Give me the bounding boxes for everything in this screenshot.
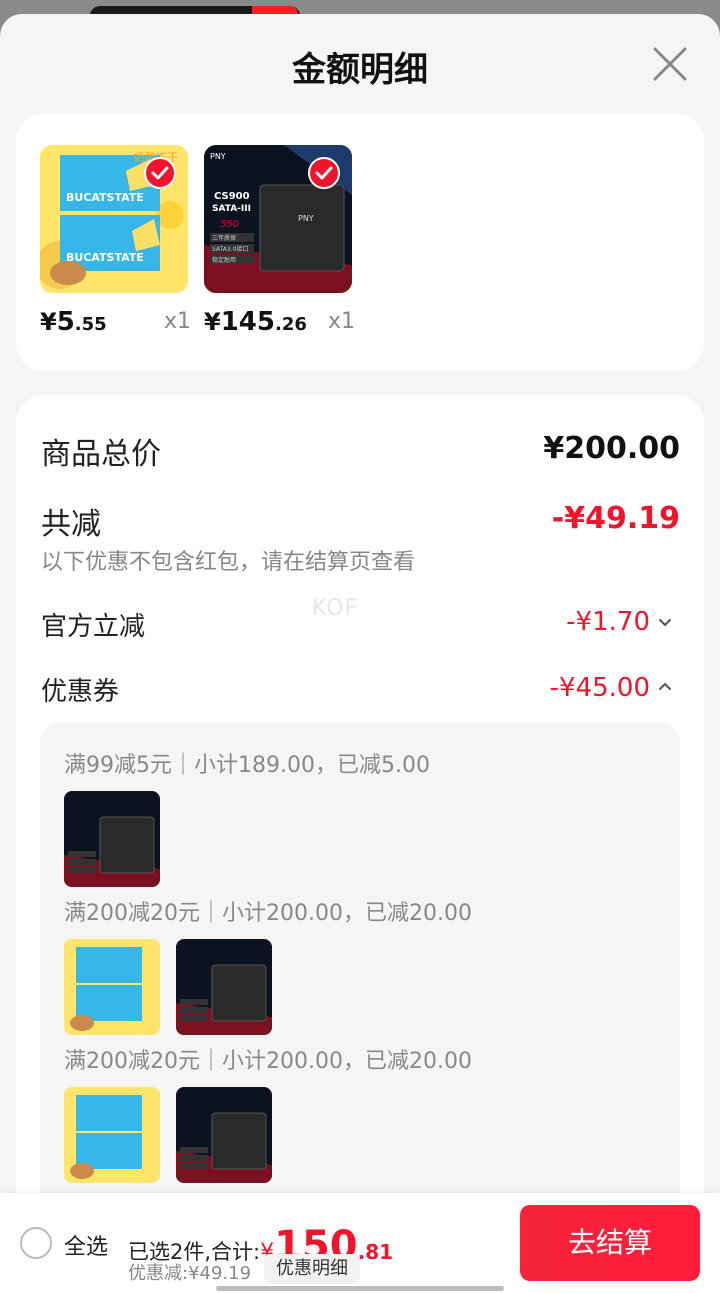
product-quantity: x1 [328, 309, 356, 334]
svg-text:PNY: PNY [298, 214, 314, 223]
total-price-label: 商品总价 [41, 437, 161, 472]
svg-text:PNY: PNY [210, 152, 226, 161]
amount-detail-sheet: 金额明细 BUCATSTATE BUCATSTATE 奶酪冻干 ¥5.55 x1… [0, 14, 720, 1293]
svg-text:稳定耐用: 稳定耐用 [212, 256, 236, 264]
close-button[interactable] [650, 44, 690, 84]
chevron-up-icon[interactable] [658, 679, 672, 693]
sheet-title: 金额明细 [292, 50, 428, 90]
coupon-label: 优惠券 [41, 677, 120, 707]
price-breakdown-card: 商品总价 ¥200.00 共减 -¥49.19 以下优惠不包含红包，请在结算页查… [16, 395, 704, 1293]
svg-text:CS900: CS900 [214, 191, 250, 202]
official-discount-value[interactable]: -¥1.70 [566, 607, 650, 637]
svg-text:550: 550 [220, 219, 239, 230]
svg-text:SATA3.0接口: SATA3.0接口 [212, 245, 248, 253]
chevron-down-icon[interactable] [658, 615, 672, 629]
discount-note: 以下优惠不包含红包，请在结算页查看 [41, 550, 416, 575]
product-thumbnail-ssd[interactable]: PNY PNY CS900 SATA-III 550 三年质保 SATA3.0接… [204, 145, 352, 293]
coupon-value[interactable]: -¥45.00 [550, 673, 650, 703]
checked-icon [308, 157, 340, 189]
selected-products-card: BUCATSTATE BUCATSTATE 奶酪冻干 ¥5.55 x1 PNY … [16, 113, 704, 371]
product-quantity: x1 [164, 309, 192, 334]
total-price-value: ¥200.00 [543, 431, 680, 466]
total-reduction-value: -¥49.19 [551, 501, 680, 536]
coupon-details-box: 满99减5元｜小计189.00，已减5.00 满200减20元｜小计200.00… [40, 723, 680, 1243]
checkout-bar: 全选 已选2件,合计:¥150.81 优惠减:¥49.19 优惠明细 去结算 [0, 1193, 720, 1293]
svg-text:SATA-III: SATA-III [212, 204, 251, 214]
total-amount-dec: .81 [357, 1240, 394, 1264]
coupon-item-cheese [64, 939, 160, 1035]
coupon-item-ssd [64, 791, 160, 887]
coupon-rule: 满99减5元｜小计189.00，已减5.00 [64, 753, 430, 778]
svg-text:BUCATSTATE: BUCATSTATE [66, 251, 144, 264]
product-thumbnail-cheese[interactable]: BUCATSTATE BUCATSTATE 奶酪冻干 [40, 145, 188, 293]
coupon-item-cheese [64, 1087, 160, 1183]
select-all-label[interactable]: 全选 [64, 1229, 108, 1261]
watermark: KOF [312, 596, 359, 621]
checkout-button[interactable]: 去结算 [520, 1205, 700, 1281]
home-indicator [216, 1286, 504, 1291]
discount-detail-button[interactable]: 优惠明细 [264, 1254, 360, 1284]
coupon-item-ssd [176, 939, 272, 1035]
product-price: ¥5.55 [40, 307, 107, 337]
coupon-rule: 满200减20元｜小计200.00，已减20.00 [64, 1049, 472, 1074]
select-all-radio[interactable] [20, 1227, 52, 1259]
discount-summary: 优惠减:¥49.19 [128, 1263, 252, 1284]
coupon-item-ssd [176, 1087, 272, 1183]
svg-text:BUCATSTATE: BUCATSTATE [66, 191, 144, 204]
close-icon [653, 47, 687, 81]
official-discount-label: 官方立减 [41, 612, 146, 642]
checked-icon [144, 157, 176, 189]
total-reduction-label: 共减 [41, 507, 101, 542]
product-price: ¥145.26 [204, 307, 307, 337]
svg-text:三年质保: 三年质保 [212, 234, 236, 242]
coupon-rule: 满200减20元｜小计200.00，已减20.00 [64, 901, 472, 926]
